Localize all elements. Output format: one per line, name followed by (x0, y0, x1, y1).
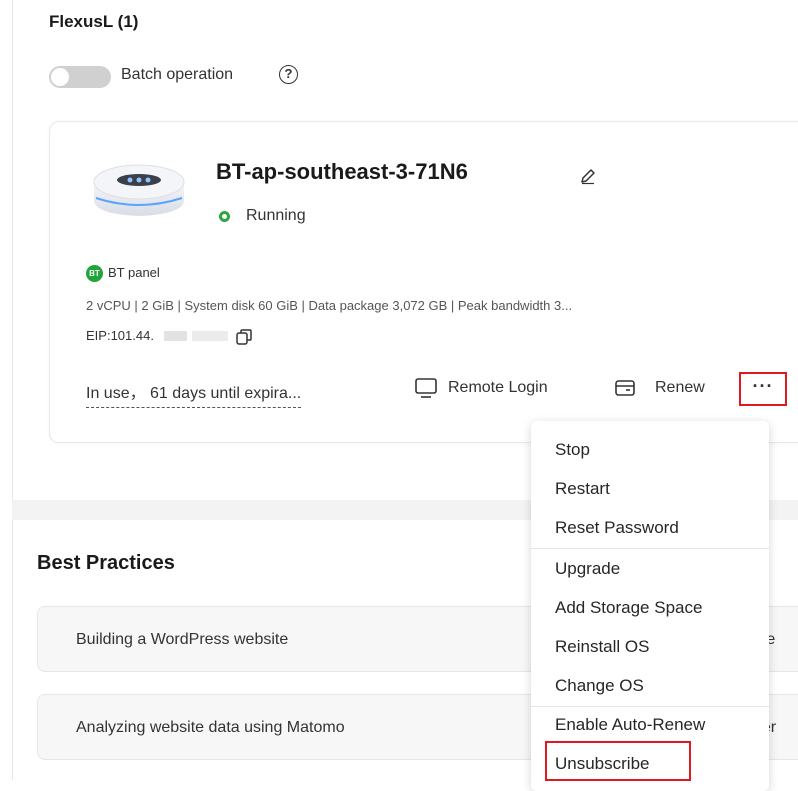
remote-login-button[interactable]: Remote Login (448, 379, 548, 397)
eip-masked-digits (164, 331, 228, 341)
eip-address: EIP:101.44. (86, 328, 154, 343)
more-actions-button[interactable]: ··· (739, 372, 787, 406)
menu-item-reinstall-os[interactable]: Reinstall OS (555, 637, 649, 657)
status-text: Running (246, 207, 306, 224)
menu-item-upgrade[interactable]: Upgrade (555, 559, 620, 579)
menu-item-stop[interactable]: Stop (555, 440, 590, 460)
renew-button[interactable]: Renew (655, 379, 705, 397)
bt-panel-label: BT panel (108, 265, 160, 280)
menu-item-reset-password[interactable]: Reset Password (555, 518, 679, 538)
status-running-dot (219, 211, 230, 222)
menu-item-change-os[interactable]: Change OS (555, 676, 644, 696)
server-name: BT-ap-southeast-3-71N6 (216, 159, 468, 184)
copy-icon[interactable] (234, 327, 254, 347)
menu-item-restart[interactable]: Restart (555, 479, 610, 499)
menu-item-unsubscribe[interactable]: Unsubscribe (555, 754, 650, 774)
server-specs: 2 vCPU | 2 GiB | System disk 60 GiB | Da… (86, 298, 573, 313)
batch-operation-toggle[interactable] (49, 66, 111, 88)
menu-item-add-storage-space[interactable]: Add Storage Space (555, 598, 702, 618)
best-practice-label: Analyzing website data using Matomo (76, 719, 345, 736)
expiry-status-link[interactable]: In use， 61 days until expira... (86, 379, 302, 408)
wallet-icon[interactable] (614, 378, 636, 398)
server-card: BT-ap-southeast-3-71N6 Running BT BT pan… (49, 121, 798, 443)
menu-item-enable-auto-renew[interactable]: Enable Auto-Renew (555, 715, 705, 735)
more-actions-menu: Stop Restart Reset Password Upgrade Add … (531, 421, 769, 791)
server-illustration-icon (93, 164, 185, 216)
pencil-icon[interactable] (578, 166, 598, 186)
section-title: FlexusL (1) (49, 12, 139, 31)
best-practice-label: Building a WordPress website (76, 631, 289, 648)
batch-operation-label: Batch operation (121, 66, 234, 83)
menu-separator (531, 706, 769, 707)
best-practices-title: Best Practices (37, 552, 175, 574)
toggle-knob (51, 68, 69, 86)
question-circle-icon[interactable]: ? (279, 65, 298, 84)
menu-separator (531, 548, 769, 549)
bt-panel-logo: BT (86, 265, 103, 282)
monitor-icon[interactable] (414, 377, 438, 399)
